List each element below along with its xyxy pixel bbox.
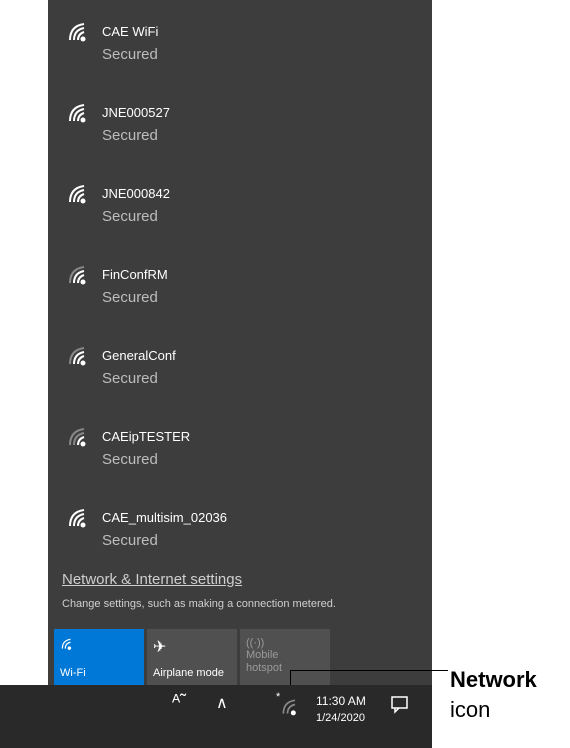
network-status: Secured [102,370,158,387]
callout-line [290,670,448,685]
network-item-caeiptester[interactable]: CAEipTESTER Secured [48,409,432,483]
wifi-icon [69,428,86,447]
network-status: Secured [102,289,158,306]
network-item-cae-multisim[interactable]: CAE_multisim_02036 Secured [48,490,432,564]
network-item-generalconf[interactable]: GeneralConf Secured [48,328,432,402]
wifi-icon [69,23,86,42]
network-icon-callout: Network icon [450,665,537,725]
network-item-cae-wifi[interactable]: CAE WiFi Secured [48,4,432,78]
network-status: Secured [102,532,158,549]
wifi-icon [69,266,86,285]
network-item-jne000527[interactable]: JNE000527 Secured [48,85,432,159]
network-settings-link[interactable]: Network & Internet settings [62,571,242,588]
network-settings-description: Change settings, such as making a connec… [62,598,336,610]
network-name: CAE WiFi [102,24,159,39]
wifi-icon [61,638,72,650]
airplane-tile-label: Airplane mode [153,667,224,679]
wifi-icon [69,104,86,123]
network-status: Secured [102,46,158,63]
network-name: GeneralConf [102,348,176,363]
wifi-icon [69,509,86,528]
wifi-tile-label: Wi-Fi [60,667,86,679]
network-flyout: CAE WiFi Secured JNE000527 Secured JNE00… [48,0,432,685]
callout-subtitle: icon [450,697,491,722]
clock-date[interactable]: 1/24/2020 [316,712,365,724]
chevron-up-icon[interactable]: ∧ [216,693,228,713]
network-icon[interactable] [280,697,300,717]
network-status: Secured [102,127,158,144]
hotspot-tile-label: Mobile hotspot [246,649,283,674]
network-status: Secured [102,451,158,468]
network-status: Secured [102,208,158,225]
airplane-mode-tile[interactable]: ✈ Airplane mode [147,629,237,685]
hotspot-icon: ((·)) [246,637,265,649]
network-name: FinConfRM [102,267,168,282]
people-icon[interactable]: ᴬ̃ [172,691,180,712]
network-item-jne000842[interactable]: JNE000842 Secured [48,166,432,240]
taskbar: ᴬ̃ ∧ * 11:30 AM 1/24/2020 [0,685,432,748]
clock-time[interactable]: 11:30 AM [316,694,366,708]
network-name: CAE_multisim_02036 [102,510,228,525]
action-center-icon[interactable] [390,695,410,715]
network-item-finconfrm[interactable]: FinConfRM Secured [48,247,432,321]
callout-title: Network [450,667,537,692]
network-star-icon: * [276,691,281,703]
airplane-icon: ✈ [153,639,167,656]
network-name: JNE000842 [102,186,170,201]
wifi-icon [69,185,86,204]
wifi-toggle-tile[interactable]: Wi-Fi [54,629,144,685]
wifi-icon [69,347,86,366]
network-name: CAEipTESTER [102,429,191,444]
network-name: JNE000527 [102,105,170,120]
